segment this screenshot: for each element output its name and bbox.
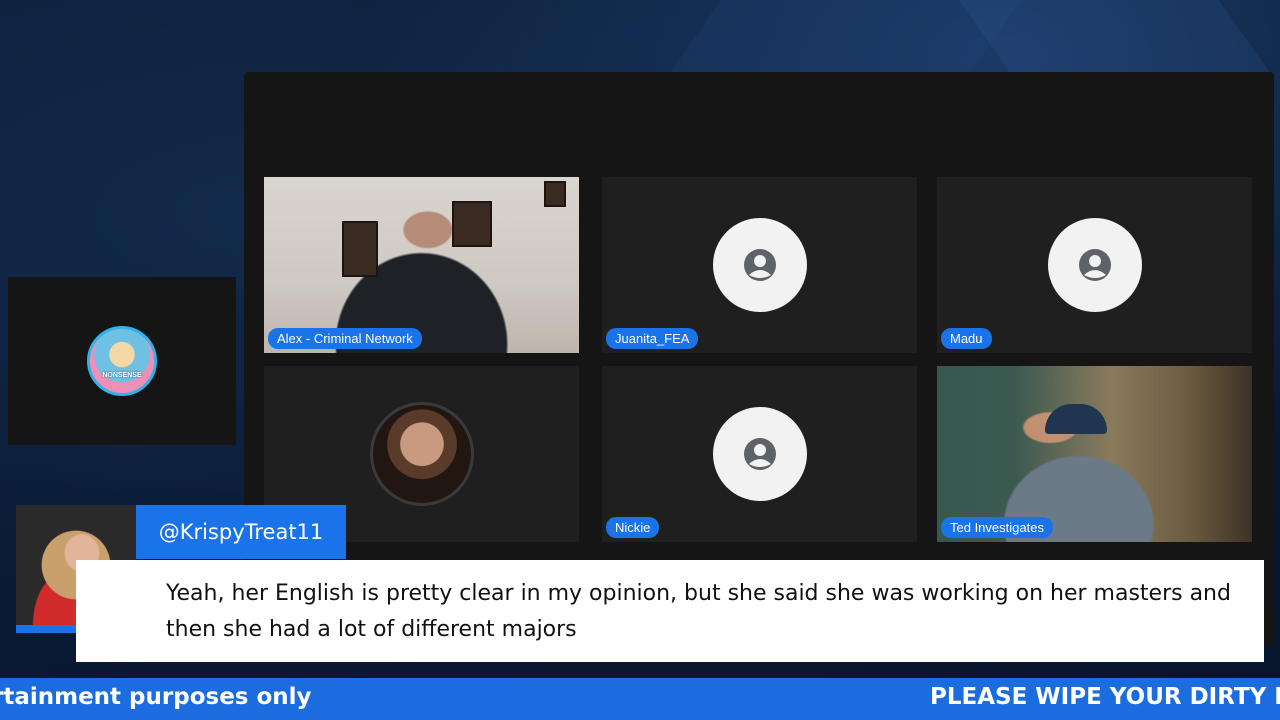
participant-name: Juanita_FEA [606, 328, 699, 349]
ticker-text-left: rtainment purposes only [0, 684, 312, 710]
person-icon [1078, 249, 1111, 281]
wall-picture [544, 181, 566, 207]
participant-tile-alex[interactable]: Alex - Criminal Network [264, 177, 579, 353]
user-avatar-icon [1047, 218, 1142, 312]
ticker-text-right: PLEASE WIPE YOUR DIRTY F [930, 684, 1280, 710]
channel-logo: NONSENSE [87, 326, 157, 396]
user-avatar-icon [712, 407, 807, 501]
comment-username: @KrispyTreat11 [136, 505, 346, 559]
participant-tile-madu[interactable]: Madu [937, 177, 1252, 353]
participant-name: Alex - Criminal Network [268, 328, 422, 349]
participant-name: Ted Investigates [941, 517, 1053, 538]
background-shard [944, 0, 1276, 80]
channel-logo-text: NONSENSE [102, 372, 142, 379]
participant-name: Nickie [606, 517, 660, 538]
news-ticker: rtainment purposes only PLEASE WIPE YOUR… [0, 678, 1280, 720]
comment-text: Yeah, her English is pretty clear in my … [76, 560, 1264, 662]
cap-shape [1045, 404, 1107, 434]
person-icon [743, 249, 776, 281]
side-participant-tile[interactable]: NONSENSE [8, 277, 236, 445]
participant-photo [369, 402, 474, 506]
participant-name: Madu [941, 328, 992, 349]
participant-tile-juanita[interactable]: Juanita_FEA [602, 177, 917, 353]
wall-picture [342, 221, 378, 277]
participant-tile-ted[interactable]: Ted Investigates [937, 366, 1252, 542]
user-avatar-icon [712, 218, 807, 312]
wall-picture [452, 201, 492, 247]
participant-tile-nickie[interactable]: Nickie [602, 366, 917, 542]
person-icon [743, 438, 776, 470]
